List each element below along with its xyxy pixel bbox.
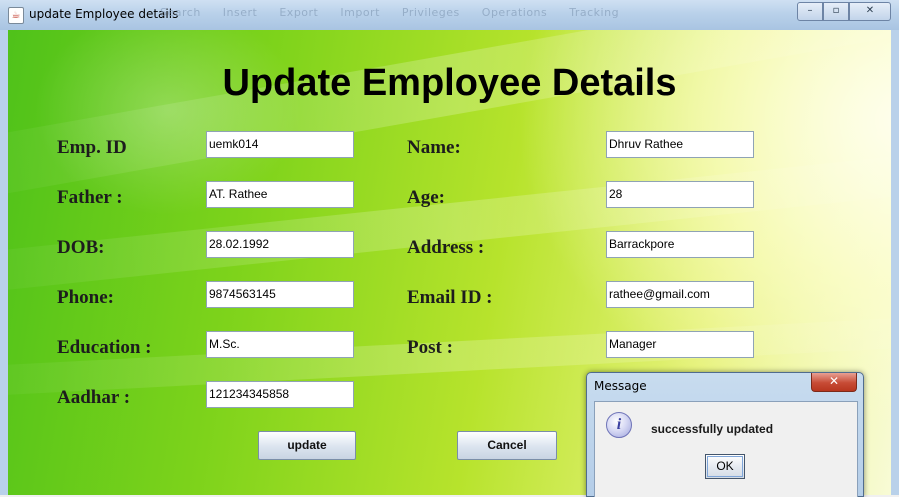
name-field[interactable]: Dhruv Rathee (606, 131, 754, 158)
address-label: Address : (407, 237, 485, 258)
update-button[interactable]: update (258, 431, 356, 460)
page-title: Update Employee Details (222, 62, 677, 104)
maximize-button[interactable]: ▫ (823, 2, 849, 21)
ghost-item: Operations (481, 6, 548, 19)
dialog-body: i successfully updated OK (594, 401, 858, 497)
age-field[interactable]: 28 (606, 181, 754, 208)
dialog-title: Message (594, 379, 647, 393)
email-label: Email ID : (407, 287, 493, 308)
window-frame-left (0, 30, 8, 495)
education-label: Education : (57, 337, 152, 358)
ghost-item: Export (279, 6, 319, 19)
ghost-item: Privileges (401, 6, 460, 19)
background-toolbar-ghost: Search Insert Export Import Privileges O… (160, 6, 637, 19)
post-field[interactable]: Manager (606, 331, 754, 358)
post-label: Post : (407, 337, 453, 358)
dob-label: DOB: (57, 237, 105, 258)
education-field[interactable]: M.Sc. (206, 331, 354, 358)
cancel-button[interactable]: Cancel (457, 431, 557, 460)
dialog-message: successfully updated (651, 422, 774, 436)
close-button[interactable]: ✕ (849, 2, 891, 21)
father-label: Father : (57, 187, 123, 208)
emp-id-field[interactable]: uemk014 (206, 131, 354, 158)
ghost-item: Insert (222, 6, 258, 19)
phone-label: Phone: (57, 287, 114, 308)
father-field[interactable]: AT. Rathee (206, 181, 354, 208)
aadhar-label: Aadhar : (57, 387, 131, 408)
info-icon: i (606, 412, 632, 438)
dob-field[interactable]: 28.02.1992 (206, 231, 354, 258)
window-titlebar[interactable]: ☕ update Employee details Search Insert … (0, 0, 899, 31)
dialog-close-button[interactable]: ✕ (811, 373, 857, 392)
window-controls: – ▫ ✕ (797, 2, 891, 21)
address-field[interactable]: Barrackpore (606, 231, 754, 258)
ghost-item: Search (160, 6, 201, 19)
phone-field[interactable]: 9874563145 (206, 281, 354, 308)
age-label: Age: (407, 187, 445, 208)
email-field[interactable]: rathee@gmail.com (606, 281, 754, 308)
ok-button[interactable]: OK (705, 454, 745, 479)
minimize-button[interactable]: – (797, 2, 823, 21)
window-frame-right (891, 30, 899, 495)
emp-id-label: Emp. ID (57, 137, 127, 158)
message-dialog: Message ✕ i successfully updated OK (586, 372, 864, 497)
java-cup-icon: ☕ (8, 7, 24, 24)
name-label: Name: (407, 137, 461, 158)
ghost-item: Import (340, 6, 380, 19)
window-title: update Employee details (29, 7, 179, 21)
aadhar-field[interactable]: 121234345858 (206, 381, 354, 408)
ghost-item: Tracking (569, 6, 620, 19)
